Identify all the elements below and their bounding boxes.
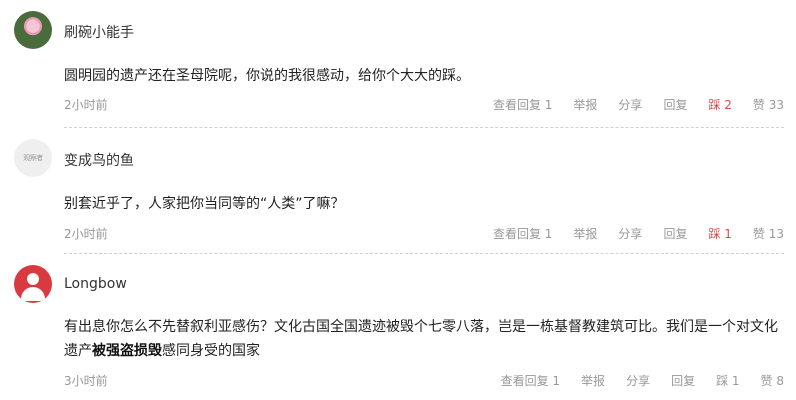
report-button[interactable]: 举报 bbox=[581, 372, 605, 389]
comment-item: Longbow 有出息你怎么不先替叙利亚感伤？文化古国全国遗迹被毁个七零八落，岂… bbox=[0, 254, 796, 400]
comment-actions: 查看回复 1 举报 分享 回复 踩 2 赞 33 bbox=[472, 96, 784, 113]
timestamp: 2小时前 bbox=[64, 98, 108, 112]
comment-text-part: 感同身受的国家 bbox=[162, 343, 260, 359]
report-button[interactable]: 举报 bbox=[573, 96, 597, 113]
username[interactable]: Longbow bbox=[64, 276, 127, 292]
downvote-button[interactable]: 踩 1 bbox=[716, 372, 739, 389]
comment-text: 别套近乎了，人家把你当同等的“人类”了嘛？ bbox=[64, 196, 345, 212]
share-button[interactable]: 分享 bbox=[626, 372, 650, 389]
downvote-button[interactable]: 踩 2 bbox=[708, 96, 731, 113]
avatar-head-shape bbox=[27, 273, 39, 285]
reply-button[interactable]: 回复 bbox=[663, 225, 687, 242]
avatar-text: 观察者 bbox=[23, 154, 43, 162]
downvote-button[interactable]: 踩 1 bbox=[708, 225, 731, 242]
reply-button[interactable]: 回复 bbox=[663, 96, 687, 113]
comment-item: 观察者 变成鸟的鱼 别套近乎了，人家把你当同等的“人类”了嘛？ 2小时前 查看回… bbox=[0, 128, 796, 254]
comment-meta: 2小时前 查看回复 1 举报 分享 回复 踩 2 赞 33 bbox=[64, 96, 784, 112]
comment-text: 圆明园的遗产还在圣母院呢，你说的我很感动，给你个大大的踩。 bbox=[64, 68, 470, 84]
username[interactable]: 变成鸟的鱼 bbox=[64, 150, 134, 170]
share-button[interactable]: 分享 bbox=[618, 225, 642, 242]
timestamp: 2小时前 bbox=[64, 227, 108, 241]
share-button[interactable]: 分享 bbox=[618, 96, 642, 113]
report-button[interactable]: 举报 bbox=[573, 225, 597, 242]
reply-button[interactable]: 回复 bbox=[671, 372, 695, 389]
comment-item: 刷碗小能手 圆明园的遗产还在圣母院呢，你说的我很感动，给你个大大的踩。 2小时前… bbox=[0, 0, 796, 128]
avatar-shoulders-shape bbox=[21, 287, 45, 301]
comment-meta: 2小时前 查看回复 1 举报 分享 回复 踩 1 赞 13 bbox=[64, 225, 784, 241]
avatar[interactable]: 观察者 bbox=[14, 139, 52, 177]
comment-actions: 查看回复 1 举报 分享 回复 踩 1 赞 13 bbox=[472, 225, 784, 242]
username[interactable]: 刷碗小能手 bbox=[64, 22, 134, 42]
view-replies-button[interactable]: 查看回复 1 bbox=[493, 96, 552, 113]
like-button[interactable]: 赞 8 bbox=[761, 372, 784, 389]
view-replies-button[interactable]: 查看回复 1 bbox=[501, 372, 560, 389]
view-replies-button[interactable]: 查看回复 1 bbox=[493, 225, 552, 242]
comment-actions: 查看回复 1 举报 分享 回复 踩 1 赞 8 bbox=[480, 372, 784, 389]
comment-text: 有出息你怎么不先替叙利亚感伤？文化古国全国遗迹被毁个七零八落，岂是一栋基督教建筑… bbox=[64, 315, 788, 363]
like-button[interactable]: 赞 13 bbox=[753, 225, 784, 242]
timestamp: 3小时前 bbox=[64, 374, 108, 388]
comment-text-bold: 被强盗损毁 bbox=[92, 343, 162, 359]
avatar[interactable] bbox=[14, 11, 52, 49]
user-avatar-icon[interactable] bbox=[14, 265, 52, 303]
like-button[interactable]: 赞 33 bbox=[753, 96, 784, 113]
comment-meta: 3小时前 查看回复 1 举报 分享 回复 踩 1 赞 8 bbox=[64, 372, 784, 388]
